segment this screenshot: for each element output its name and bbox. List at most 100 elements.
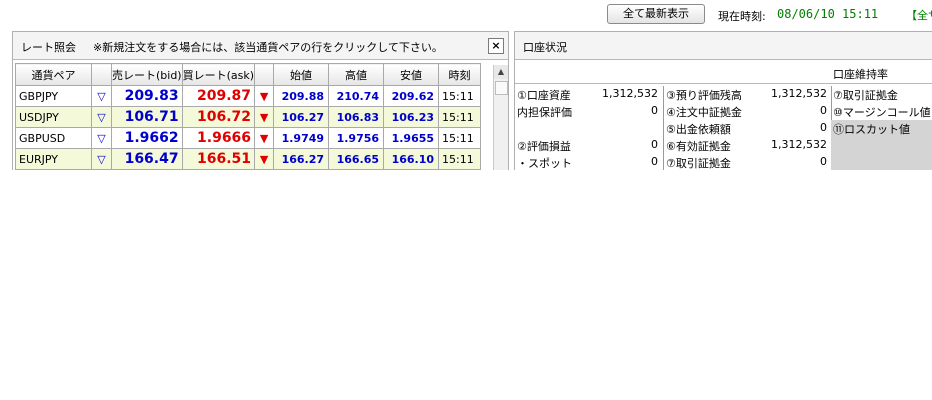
ask-cell[interactable]: 1.9666 [181,127,256,149]
account-value: 0 [820,155,827,168]
account-label: 内担保評価 [517,106,572,119]
rate-inquiry-panel: レート照会 ※新規注文をする場合には、該当通貨ペアの行をクリックして下さい。 ×… [12,31,509,170]
scroll-thumb[interactable] [495,81,508,95]
account-label: ⑦取引証拠金 [666,157,731,170]
low-cell: 166.10 [383,148,440,170]
pair-cell: EURJPY [15,148,92,170]
high-cell: 106.83 [328,106,385,128]
account-column-b: ③預り評価残高 1,312,532 ④注文中証拠金 0 ⑤出金依頼額 0 ⑥有効… [663,86,832,170]
col-header-pair[interactable]: 通貨ペア [15,63,92,86]
table-row[interactable]: USDJPY ▽ 106.71 106.72 ▼ 106.27 106.83 1… [15,106,482,128]
pair-cell: USDJPY [15,106,92,128]
col-header-low[interactable]: 安値 [383,63,440,86]
high-cell: 1.9756 [328,127,385,149]
top-toolbar: 全て最新表示 現在時刻: 08/06/10 15:11 【全サ [0,0,932,30]
account-label: ⑪ロスカット値 [833,123,910,136]
account-row: ②評価損益 0 [515,137,662,154]
account-row: ③預り評価残高 1,312,532 [664,86,831,103]
pair-cell: GBPJPY [15,85,92,107]
blank-cell [181,169,256,170]
account-value: 0 [651,155,658,168]
col-header-bid[interactable]: 売レート(bid) [111,63,183,86]
ask-cell[interactable]: 166.51 [181,148,256,170]
account-value: 1,312,532 [771,87,827,100]
table-row[interactable]: EURJPY ▽ 166.47 166.51 ▼ 166.27 166.65 1… [15,148,482,170]
bid-cell[interactable]: 106.71 [111,106,183,128]
ask-cell[interactable]: 209.87 [181,85,256,107]
open-cell: 166.27 [273,148,330,170]
open-cell: 106.27 [273,106,330,128]
high-cell: 210.74 [328,85,385,107]
account-value: 0 [651,138,658,151]
blank-cell [383,169,440,170]
account-panel-header: 口座状況 [515,32,932,60]
bid-cell[interactable]: 166.47 [111,148,183,170]
account-label: ⑥有効証拠金 [666,140,731,153]
bid-cell[interactable]: 1.9662 [111,127,183,149]
current-time-value: 08/06/10 15:11 [777,7,879,21]
account-row: ⑩マージンコール値 [831,103,932,120]
pair-cell: GBPUSD [15,127,92,149]
account-panel-title: 口座状況 [523,41,567,54]
account-value: 0 [820,104,827,117]
account-row: ④注文中証拠金 0 [664,103,831,120]
account-label: ①口座資産 [517,89,571,102]
low-cell: 209.62 [383,85,440,107]
account-label: ⑤出金依頼額 [666,123,731,136]
table-row[interactable]: GBPUSD ▽ 1.9662 1.9666 ▼ 1.9749 1.9756 1… [15,127,482,149]
refresh-all-button[interactable]: 全て最新表示 [607,4,705,24]
bid-down-outline-icon: ▽ [91,127,112,149]
ask-cell[interactable]: 106.72 [181,106,256,128]
ask-down-filled-icon: ▼ [254,148,275,170]
account-row [515,120,662,137]
current-time-label: 現在時刻: [718,10,766,23]
col-header-open[interactable]: 始値 [273,63,330,86]
rate-panel-header: レート照会 ※新規注文をする場合には、該当通貨ペアの行をクリックして下さい。 × [13,32,508,60]
table-row[interactable]: GBPJPY ▽ 209.83 209.87 ▼ 209.88 210.74 2… [15,85,482,107]
divider [515,83,932,84]
account-row: ⑦取引証拠金 0 [664,154,831,170]
blank-cell [273,169,330,170]
account-label: ⑦取引証拠金 [833,89,898,102]
rate-table-header-row: 通貨ペア 売レート(bid) 買レート(ask) 始値 高値 安値 時刻 [15,63,482,86]
close-button[interactable]: × [488,38,504,54]
ask-down-filled-icon: ▼ [254,106,275,128]
col-header-bid-dir [91,63,112,86]
bid-cell[interactable]: 209.83 [111,85,183,107]
blank-cell [15,169,92,170]
scroll-up-arrow-icon[interactable]: ▲ [494,65,508,79]
blank-cell [91,169,112,170]
col-header-high[interactable]: 高値 [328,63,385,86]
open-cell: 1.9749 [273,127,330,149]
account-value: 1,312,532 [771,138,827,151]
account-label: ③預り評価残高 [666,89,742,102]
high-cell: 166.65 [328,148,385,170]
blank-cell [438,169,482,170]
account-row: ⑪ロスカット値 [831,120,932,137]
open-cell: 209.88 [273,85,330,107]
account-label: ④注文中証拠金 [666,106,742,119]
rate-panel-note: ※新規注文をする場合には、該当通貨ペアの行をクリックして下さい。 [93,41,443,54]
table-row[interactable] [15,169,482,170]
col-header-ask-dir [254,63,275,86]
account-row: ・スポット 0 [515,154,662,170]
blank-cell [328,169,385,170]
rate-table-scrollbar[interactable]: ▲ [493,65,508,170]
col-header-ask[interactable]: 買レート(ask) [181,63,256,86]
rate-panel-title: レート照会 [21,41,76,54]
margin-ratio-label: 口座維持率 [833,68,888,81]
all-service-link[interactable]: 【全サ [906,7,932,23]
time-cell: 15:11 [438,127,482,149]
bid-down-outline-icon: ▽ [91,106,112,128]
low-cell: 1.9655 [383,127,440,149]
account-value: 1,312,532 [602,87,658,100]
col-header-time[interactable]: 時刻 [438,63,482,86]
low-cell: 106.23 [383,106,440,128]
account-row: ⑦取引証拠金 [831,86,932,103]
account-row: 内担保評価 0 [515,103,662,120]
time-cell: 15:11 [438,106,482,128]
account-row: ①口座資産 1,312,532 [515,86,662,103]
blank-cell [254,169,275,170]
account-label: ②評価損益 [517,140,571,153]
time-cell: 15:11 [438,148,482,170]
